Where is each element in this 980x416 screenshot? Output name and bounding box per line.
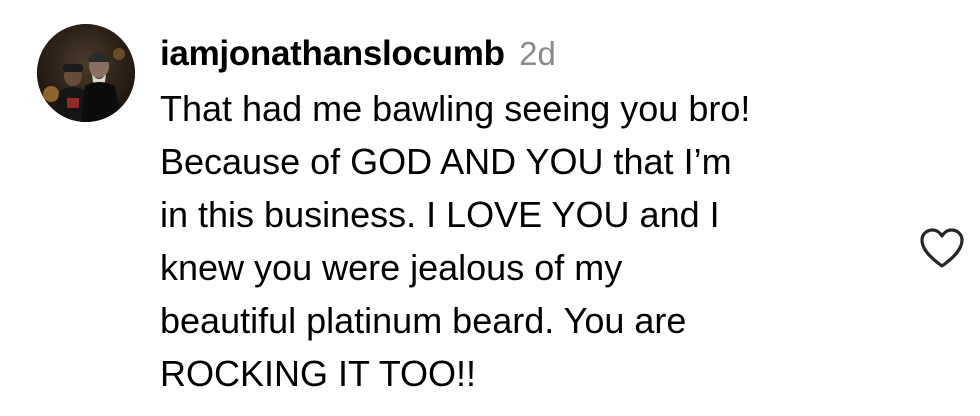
comment-text-line: That had me bawling seeing you bro! — [160, 88, 751, 129]
comment-body: iamjonathanslocumb 2d That had me bawlin… — [160, 26, 900, 400]
comment-item: iamjonathanslocumb 2d That had me bawlin… — [0, 0, 980, 416]
comment-text: That had me bawling seeing you bro! Beca… — [160, 82, 900, 400]
heart-outline-icon — [920, 228, 964, 268]
comment-timestamp[interactable]: 2d — [519, 35, 556, 72]
comment-text-line: ROCKING IT TOO!! — [160, 353, 477, 394]
username-link[interactable]: iamjonathanslocumb — [160, 34, 505, 73]
comment-header: iamjonathanslocumb 2d — [160, 26, 900, 82]
comment-text-line: beautiful platinum beard. You are — [160, 300, 687, 341]
user-avatar[interactable] — [37, 24, 135, 122]
avatar-photo-icon — [37, 24, 135, 122]
comment-text-line: knew you were jealous of my — [160, 247, 623, 288]
comment-text-line: Because of GOD AND YOU that I’m — [160, 141, 732, 182]
comment-text-line: in this business. I LOVE YOU and I — [160, 194, 720, 235]
like-button[interactable] — [918, 226, 966, 270]
